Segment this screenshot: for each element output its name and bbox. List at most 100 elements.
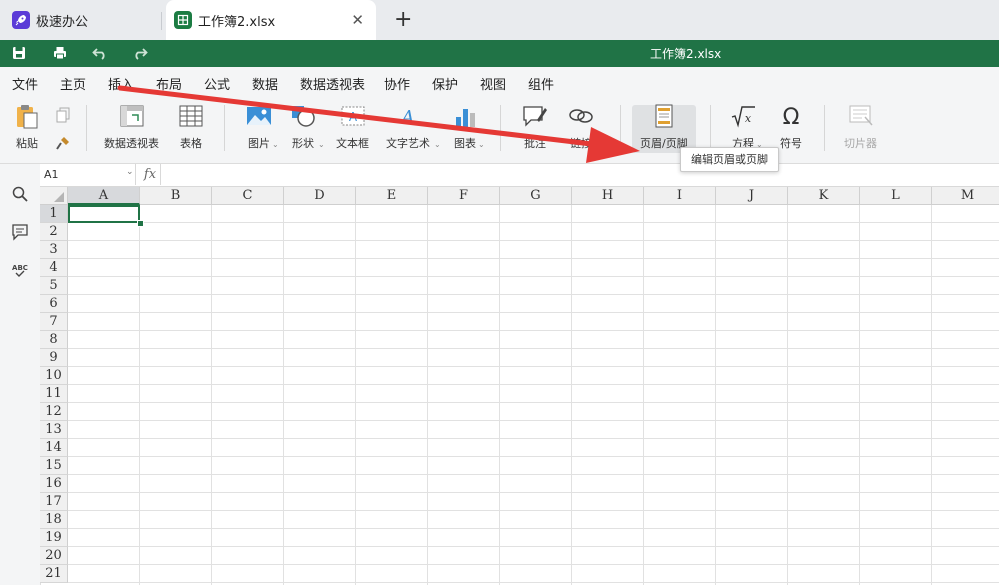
column-header-i[interactable]: I: [644, 187, 716, 205]
row-header-21[interactable]: 21: [40, 565, 68, 583]
tab-workbook[interactable]: 工作簿2.xlsx ✕: [166, 0, 376, 40]
tab-jisu-office[interactable]: 极速办公: [0, 0, 162, 40]
column-header-h[interactable]: H: [572, 187, 644, 205]
row-header-14[interactable]: 14: [40, 439, 68, 457]
ribbon-separator: [824, 105, 825, 151]
wordart-button[interactable]: A 文字艺术: [386, 103, 430, 151]
comment-icon[interactable]: [11, 223, 29, 241]
omega-icon: Ω: [783, 105, 800, 129]
column-header-f[interactable]: F: [428, 187, 500, 205]
row-header-19[interactable]: 19: [40, 529, 68, 547]
column-header-b[interactable]: B: [140, 187, 212, 205]
column-header-m[interactable]: M: [932, 187, 999, 205]
row-header-17[interactable]: 17: [40, 493, 68, 511]
row-header-6[interactable]: 6: [40, 295, 68, 313]
column-header-a[interactable]: A: [68, 187, 140, 205]
picture-button[interactable]: 图片: [246, 103, 272, 151]
active-cell-a1[interactable]: [68, 205, 140, 223]
spreadsheet-grid[interactable]: A B C D E F G H I J K L M 1 2 3 4 5 6 7 8 9 10 11 12 13 14 15 16 17 18…: [40, 187, 999, 585]
search-icon[interactable]: [11, 185, 29, 203]
wordart-icon: A: [400, 107, 415, 128]
save-icon[interactable]: [10, 44, 28, 62]
ribbon-separator: [710, 105, 711, 151]
row-header-13[interactable]: 13: [40, 421, 68, 439]
ribbon-separator: [224, 105, 225, 151]
name-box[interactable]: A1: [40, 164, 136, 185]
menu-protect[interactable]: 保护: [432, 74, 458, 93]
slicer-button[interactable]: 切片器: [844, 103, 877, 151]
textbox-icon: A: [341, 106, 364, 126]
row-header-3[interactable]: 3: [40, 241, 68, 259]
new-tab-button[interactable]: +: [394, 7, 412, 32]
row-header-5[interactable]: 5: [40, 277, 68, 295]
equation-button[interactable]: x 方程: [730, 103, 756, 151]
shape-button[interactable]: 形状: [290, 103, 316, 151]
chart-button[interactable]: 图表: [452, 103, 478, 151]
column-header-g[interactable]: G: [500, 187, 572, 205]
column-header-j[interactable]: J: [716, 187, 788, 205]
rocket-icon: [12, 11, 30, 29]
menu-widgets[interactable]: 组件: [528, 74, 554, 93]
print-icon[interactable]: [51, 44, 69, 62]
column-header-c[interactable]: C: [212, 187, 284, 205]
column-header-l[interactable]: L: [860, 187, 932, 205]
comment-icon: [523, 106, 547, 127]
format-painter-icon[interactable]: [55, 135, 71, 151]
row-header-10[interactable]: 10: [40, 367, 68, 385]
formula-bar: A1 ⌄ fx: [40, 164, 999, 187]
row-header-1[interactable]: 1: [40, 205, 68, 223]
row-header-16[interactable]: 16: [40, 475, 68, 493]
close-icon[interactable]: ✕: [351, 11, 364, 29]
symbol-button[interactable]: Ω 符号: [778, 103, 804, 151]
menu-home[interactable]: 主页: [60, 74, 86, 93]
pivot-table-button[interactable]: 数据透视表: [104, 103, 159, 151]
chevron-down-icon: ⌄: [272, 140, 279, 149]
menu-collab[interactable]: 协作: [384, 74, 410, 93]
column-header-k[interactable]: K: [788, 187, 860, 205]
pivot-table-icon: [120, 105, 143, 127]
menu-layout[interactable]: 布局: [156, 74, 182, 93]
table-icon: [179, 105, 203, 127]
row-header-11[interactable]: 11: [40, 385, 68, 403]
comment-button[interactable]: 批注: [522, 103, 548, 151]
spellcheck-icon[interactable]: ABC: [11, 261, 29, 279]
undo-icon[interactable]: [91, 44, 109, 62]
column-header-e[interactable]: E: [356, 187, 428, 205]
paste-button[interactable]: 粘贴: [14, 103, 40, 151]
redo-icon[interactable]: [131, 44, 149, 62]
row-header-2[interactable]: 2: [40, 223, 68, 241]
menu-data[interactable]: 数据: [252, 74, 278, 93]
row-header-20[interactable]: 20: [40, 547, 68, 565]
chevron-down-icon[interactable]: ⌄: [126, 167, 134, 177]
row-header-18[interactable]: 18: [40, 511, 68, 529]
fill-handle[interactable]: [137, 220, 144, 227]
row-header-9[interactable]: 9: [40, 349, 68, 367]
menu-file[interactable]: 文件: [12, 74, 38, 93]
link-button[interactable]: 链接: [568, 103, 594, 151]
browser-tab-strip: 极速办公 工作簿2.xlsx ✕ +: [0, 0, 999, 40]
ribbon-separator: [620, 105, 621, 151]
row-header-12[interactable]: 12: [40, 403, 68, 421]
row-header-7[interactable]: 7: [40, 313, 68, 331]
table-button[interactable]: 表格: [178, 103, 204, 151]
cell-area[interactable]: [68, 205, 999, 585]
menu-formula[interactable]: 公式: [204, 74, 230, 93]
row-header-4[interactable]: 4: [40, 259, 68, 277]
function-icon[interactable]: fx: [140, 164, 161, 185]
copy-icon[interactable]: [55, 107, 71, 123]
textbox-button[interactable]: A 文本框: [336, 103, 369, 151]
menu-pivot[interactable]: 数据透视表: [300, 74, 365, 93]
row-header-15[interactable]: 15: [40, 457, 68, 475]
row-header-8[interactable]: 8: [40, 331, 68, 349]
column-header-d[interactable]: D: [284, 187, 356, 205]
chevron-down-icon: ⌄: [478, 140, 485, 149]
menu-bar: 文件 主页 插入 布局 公式 数据 数据透视表 协作 保护 视图 组件: [0, 67, 999, 100]
tab-label: 工作簿2.xlsx: [198, 14, 276, 30]
ribbon-separator: [86, 105, 87, 151]
link-icon: [569, 109, 593, 123]
svg-text:ABC: ABC: [12, 264, 28, 272]
header-footer-button[interactable]: 页眉/页脚: [640, 103, 688, 151]
menu-view[interactable]: 视图: [480, 74, 506, 93]
select-all-corner[interactable]: [40, 187, 68, 205]
menu-insert[interactable]: 插入: [108, 74, 135, 100]
